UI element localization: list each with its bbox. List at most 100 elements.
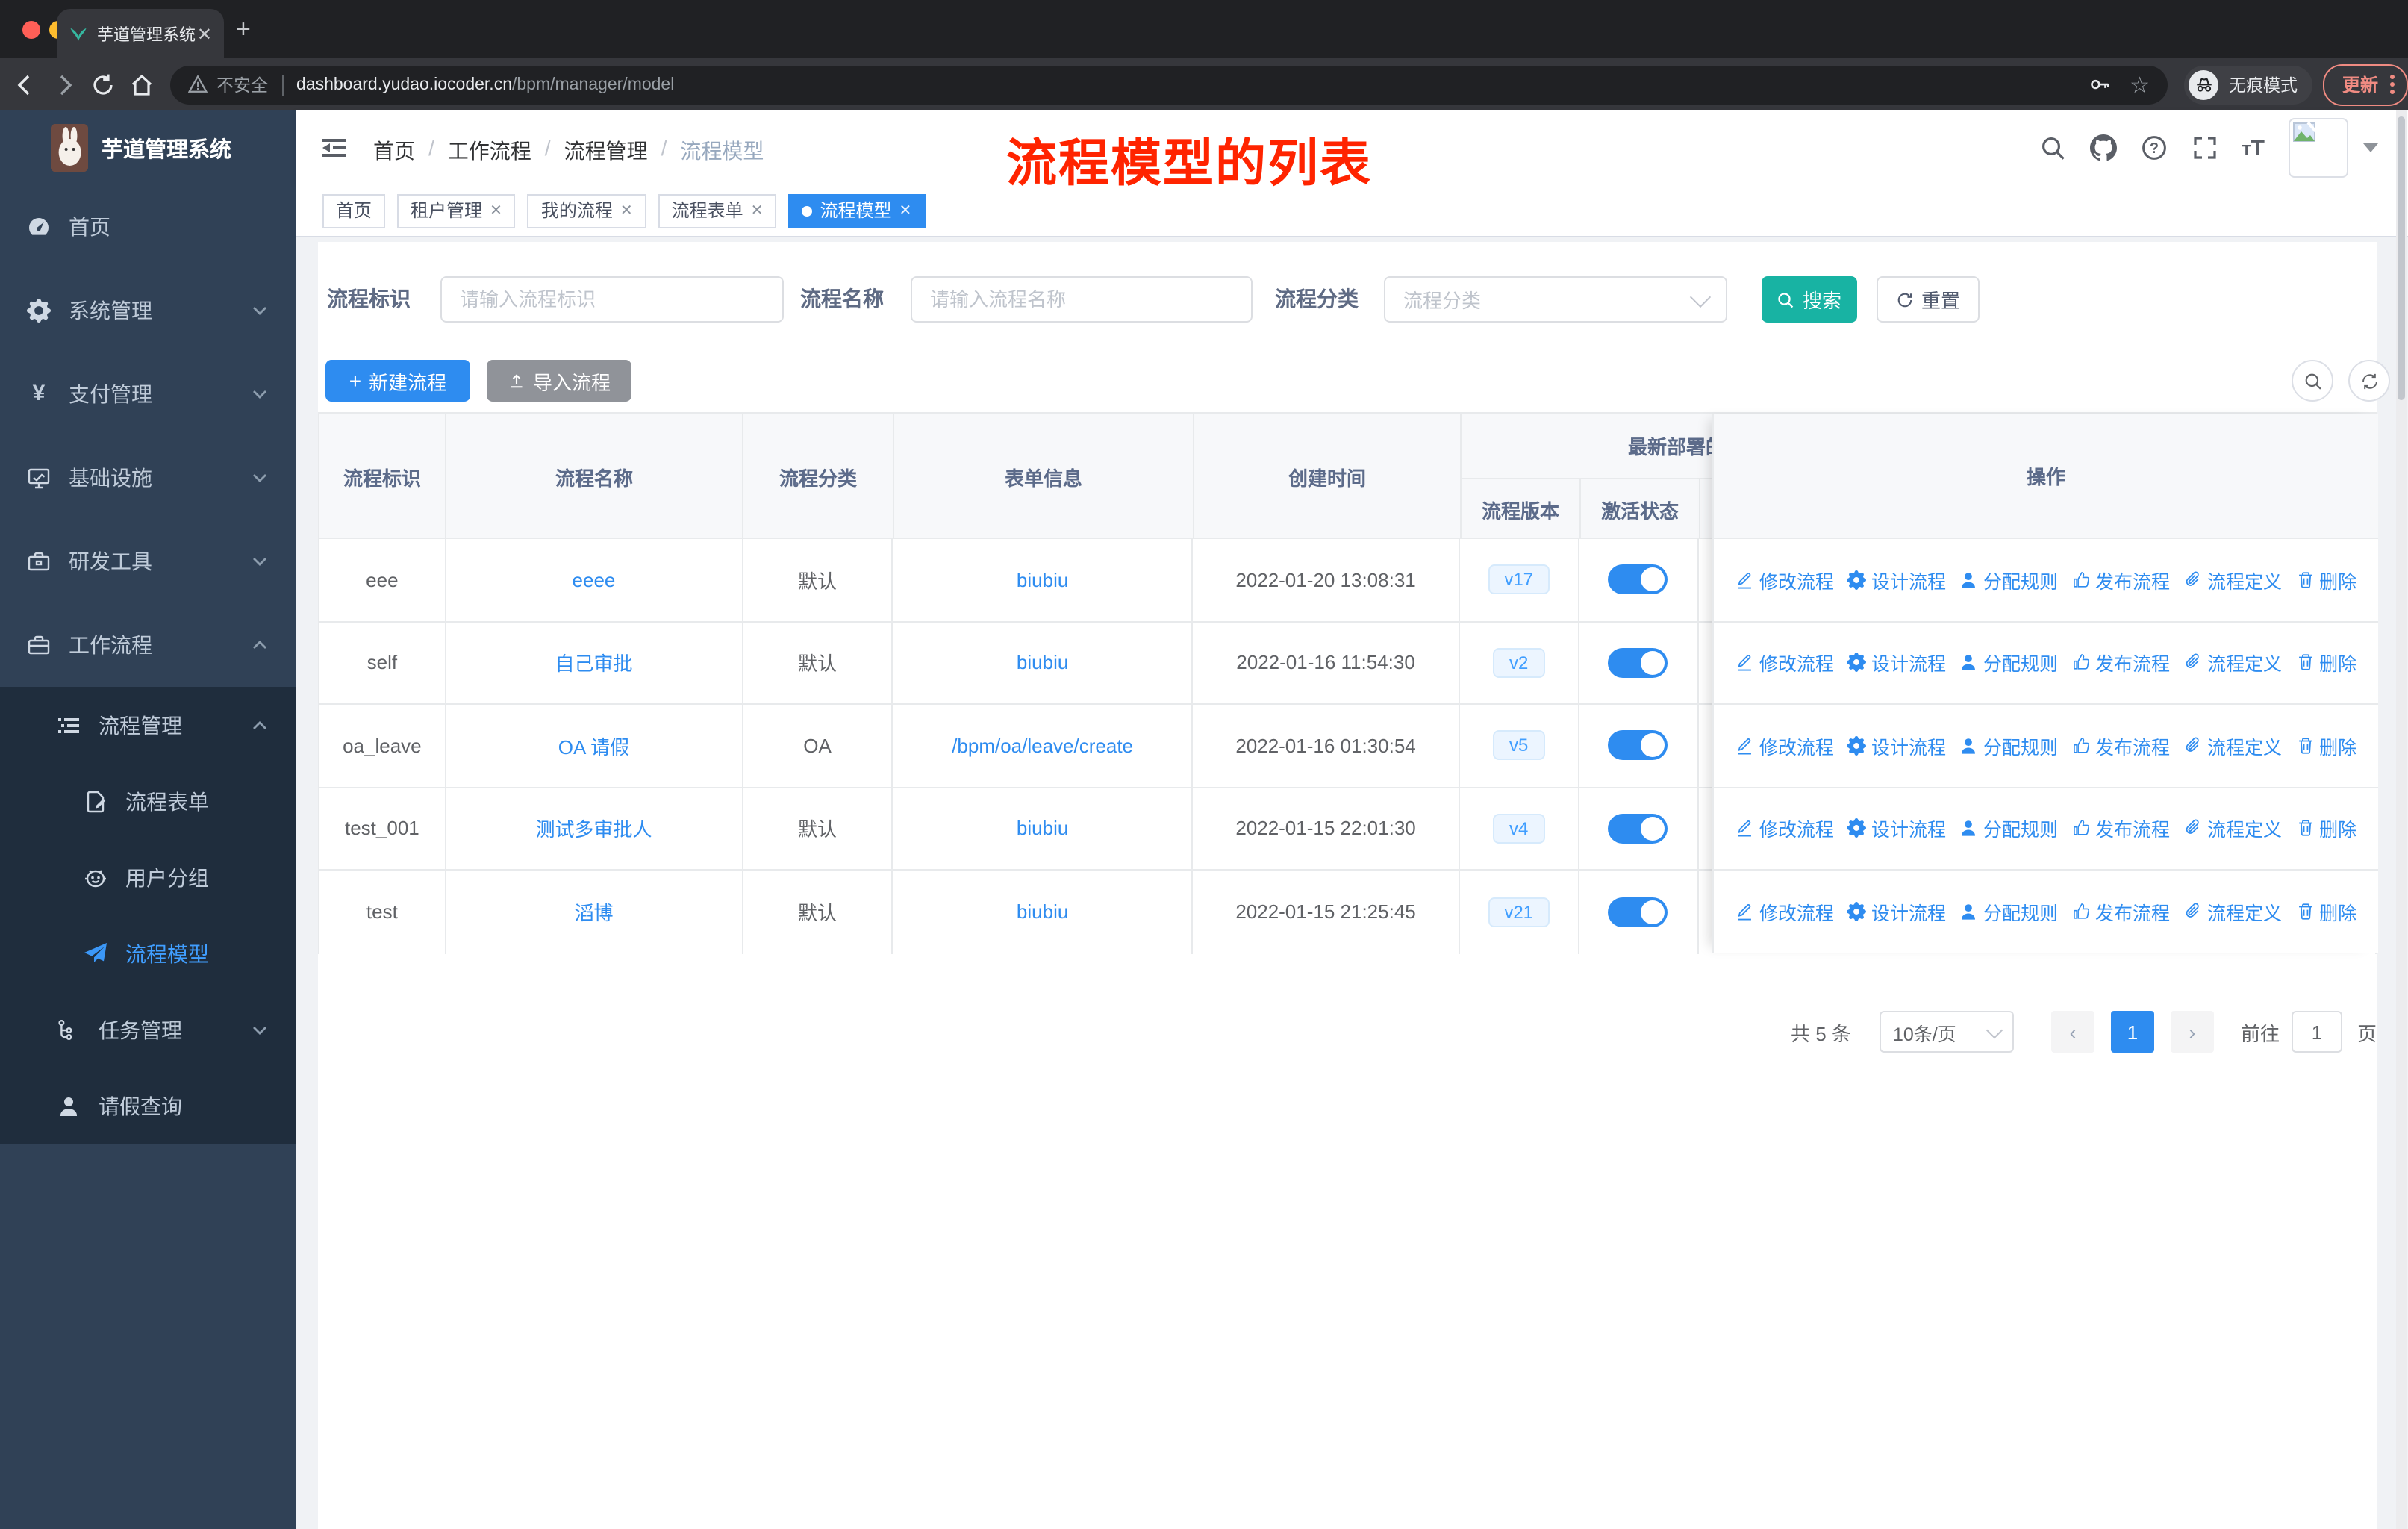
action-delete[interactable]: 删除 bbox=[2295, 566, 2356, 594]
action-publish-process[interactable]: 发布流程 bbox=[2071, 732, 2170, 760]
help-icon[interactable]: ? bbox=[2140, 134, 2167, 161]
cell-name-link[interactable]: OA 请假 bbox=[446, 705, 743, 786]
sidebar-item-task-management[interactable]: 任务管理 bbox=[0, 991, 296, 1068]
reload-icon[interactable] bbox=[90, 71, 116, 98]
action-publish-process[interactable]: 发布流程 bbox=[2071, 566, 2170, 594]
cell-name-link[interactable]: 测试多审批人 bbox=[446, 788, 743, 869]
window-close-button[interactable] bbox=[22, 21, 40, 39]
address-bar[interactable]: 不安全 dashboard.yudao.iocoder.cn/bpm/manag… bbox=[170, 65, 2168, 104]
tag-tenant[interactable]: 租户管理 ✕ bbox=[397, 193, 516, 228]
action-publish-process[interactable]: 发布流程 bbox=[2071, 649, 2170, 677]
tag-close-icon[interactable]: ✕ bbox=[490, 195, 502, 226]
active-toggle[interactable] bbox=[1608, 897, 1668, 927]
sidebar-item-leave-query[interactable]: 请假查询 bbox=[0, 1068, 296, 1144]
tag-process-form[interactable]: 流程表单 ✕ bbox=[658, 193, 777, 228]
action-edit-process[interactable]: 修改流程 bbox=[1735, 898, 1834, 927]
tag-my-process[interactable]: 我的流程 ✕ bbox=[527, 193, 646, 228]
tag-close-icon[interactable]: ✕ bbox=[620, 195, 633, 226]
update-button[interactable]: 更新 bbox=[2323, 63, 2408, 105]
sidebar-item-home[interactable]: 首页 bbox=[0, 185, 296, 269]
new-tab-button[interactable]: + bbox=[236, 16, 251, 42]
action-delete[interactable]: 删除 bbox=[2295, 898, 2356, 927]
action-process-definition[interactable]: 流程定义 bbox=[2183, 815, 2282, 843]
page-scrollbar[interactable] bbox=[2396, 110, 2407, 1529]
table-refresh-button[interactable] bbox=[2348, 360, 2390, 402]
process-name-input[interactable] bbox=[911, 276, 1253, 323]
bookmark-star-icon[interactable]: ☆ bbox=[2130, 71, 2150, 98]
action-publish-process[interactable]: 发布流程 bbox=[2071, 815, 2170, 843]
import-process-button[interactable]: 导入流程 bbox=[487, 360, 631, 402]
action-delete[interactable]: 删除 bbox=[2295, 815, 2356, 843]
tag-close-icon[interactable]: ✕ bbox=[899, 195, 912, 226]
sidebar-item-system[interactable]: 系统管理 bbox=[0, 269, 296, 352]
sidebar-item-process-model[interactable]: 流程模型 bbox=[0, 915, 296, 991]
action-design-process[interactable]: 设计流程 bbox=[1847, 566, 1946, 594]
action-design-process[interactable]: 设计流程 bbox=[1847, 649, 1946, 677]
cell-form-link[interactable]: biubiu bbox=[893, 788, 1194, 869]
action-design-process[interactable]: 设计流程 bbox=[1847, 898, 1946, 927]
avatar[interactable] bbox=[2289, 118, 2348, 178]
tab-close-icon[interactable]: ✕ bbox=[197, 23, 212, 44]
tag-home[interactable]: 首页 bbox=[322, 193, 386, 228]
password-key-icon[interactable] bbox=[2088, 73, 2110, 96]
cell-form-link[interactable]: /bpm/oa/leave/create bbox=[893, 705, 1194, 786]
action-process-definition[interactable]: 流程定义 bbox=[2183, 649, 2282, 677]
process-key-input[interactable] bbox=[440, 276, 784, 323]
action-delete[interactable]: 删除 bbox=[2295, 649, 2356, 677]
sidebar-collapse-icon[interactable] bbox=[319, 133, 349, 163]
next-page-button[interactable]: › bbox=[2170, 1011, 2214, 1053]
tag-process-model[interactable]: 流程模型 ✕ bbox=[788, 193, 926, 228]
active-toggle[interactable] bbox=[1608, 813, 1668, 844]
action-assign-rule[interactable]: 分配规则 bbox=[1959, 649, 2058, 677]
action-process-definition[interactable]: 流程定义 bbox=[2183, 566, 2282, 594]
sidebar-item-infrastructure[interactable]: 基础设施 bbox=[0, 436, 296, 520]
home-icon[interactable] bbox=[128, 71, 155, 98]
action-publish-process[interactable]: 发布流程 bbox=[2071, 898, 2170, 927]
search-button[interactable]: 搜索 bbox=[1762, 276, 1857, 323]
active-toggle[interactable] bbox=[1608, 647, 1668, 678]
action-delete[interactable]: 删除 bbox=[2295, 732, 2356, 760]
current-page-button[interactable]: 1 bbox=[2110, 1011, 2154, 1053]
active-toggle[interactable] bbox=[1608, 564, 1668, 595]
cell-name-link[interactable]: eeee bbox=[446, 539, 743, 620]
sidebar-item-process-form[interactable]: 流程表单 bbox=[0, 763, 296, 839]
scrollbar-thumb[interactable] bbox=[2398, 116, 2405, 400]
page-size-select[interactable]: 10条/页 bbox=[1879, 1011, 2014, 1053]
action-assign-rule[interactable]: 分配规则 bbox=[1959, 566, 2058, 594]
category-select[interactable]: 流程分类 bbox=[1384, 276, 1727, 323]
create-process-button[interactable]: + 新建流程 bbox=[325, 360, 470, 402]
browser-tab[interactable]: 芋道管理系统 ✕ bbox=[57, 9, 224, 58]
action-edit-process[interactable]: 修改流程 bbox=[1735, 815, 1834, 843]
cell-form-link[interactable]: biubiu bbox=[893, 539, 1194, 620]
sidebar-item-workflow[interactable]: 工作流程 bbox=[0, 603, 296, 687]
action-assign-rule[interactable]: 分配规则 bbox=[1959, 898, 2058, 927]
action-process-definition[interactable]: 流程定义 bbox=[2183, 898, 2282, 927]
avatar-caret-icon[interactable] bbox=[2363, 143, 2378, 152]
fullscreen-icon[interactable] bbox=[2191, 134, 2218, 161]
cell-form-link[interactable]: biubiu bbox=[893, 622, 1194, 703]
goto-page-input[interactable] bbox=[2291, 1011, 2342, 1053]
breadcrumb-item[interactable]: 流程管理 bbox=[564, 136, 648, 166]
sidebar-logo[interactable]: 芋道管理系统 bbox=[0, 110, 296, 185]
cell-form-link[interactable]: biubiu bbox=[893, 871, 1194, 953]
prev-page-button[interactable]: ‹ bbox=[2050, 1011, 2094, 1053]
action-edit-process[interactable]: 修改流程 bbox=[1735, 649, 1834, 677]
table-search-toggle-button[interactable] bbox=[2292, 360, 2333, 402]
action-edit-process[interactable]: 修改流程 bbox=[1735, 566, 1834, 594]
cell-name-link[interactable]: 自己审批 bbox=[446, 622, 743, 703]
breadcrumb-item[interactable]: 首页 bbox=[373, 136, 415, 166]
action-design-process[interactable]: 设计流程 bbox=[1847, 815, 1946, 843]
tag-close-icon[interactable]: ✕ bbox=[751, 195, 764, 226]
action-edit-process[interactable]: 修改流程 bbox=[1735, 732, 1834, 760]
action-design-process[interactable]: 设计流程 bbox=[1847, 732, 1946, 760]
action-assign-rule[interactable]: 分配规则 bbox=[1959, 732, 2058, 760]
cell-name-link[interactable]: 滔博 bbox=[446, 871, 743, 953]
sidebar-item-payment[interactable]: ¥ 支付管理 bbox=[0, 352, 296, 436]
breadcrumb-item[interactable]: 工作流程 bbox=[448, 136, 531, 166]
action-process-definition[interactable]: 流程定义 bbox=[2183, 732, 2282, 760]
forward-icon[interactable] bbox=[51, 71, 78, 98]
reset-button[interactable]: 重置 bbox=[1877, 276, 1980, 323]
github-icon[interactable] bbox=[2089, 134, 2117, 161]
active-toggle[interactable] bbox=[1608, 730, 1668, 761]
sidebar-item-user-group[interactable]: 用户分组 bbox=[0, 839, 296, 915]
